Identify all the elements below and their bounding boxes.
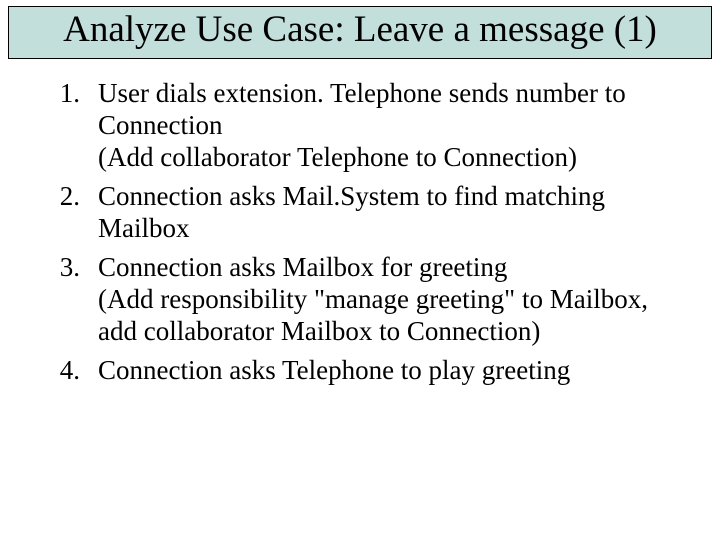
item-text: Connection asks Mail.System to find matc… xyxy=(98,180,692,245)
item-number: 4. xyxy=(28,354,98,386)
list-item: 4. Connection asks Telephone to play gre… xyxy=(28,354,692,386)
item-text: User dials extension. Telephone sends nu… xyxy=(98,77,692,174)
item-number: 2. xyxy=(28,180,98,245)
list-item: 2. Connection asks Mail.System to find m… xyxy=(28,180,692,245)
list-item: 3. Connection asks Mailbox for greeting … xyxy=(28,251,692,348)
numbered-list: 1. User dials extension. Telephone sends… xyxy=(28,77,692,387)
item-text: Connection asks Telephone to play greeti… xyxy=(98,354,692,386)
slide-title: Analyze Use Case: Leave a message (1) xyxy=(8,6,712,59)
list-item: 1. User dials extension. Telephone sends… xyxy=(28,77,692,174)
item-number: 1. xyxy=(28,77,98,174)
item-number: 3. xyxy=(28,251,98,348)
item-text: Connection asks Mailbox for greeting (Ad… xyxy=(98,251,692,348)
